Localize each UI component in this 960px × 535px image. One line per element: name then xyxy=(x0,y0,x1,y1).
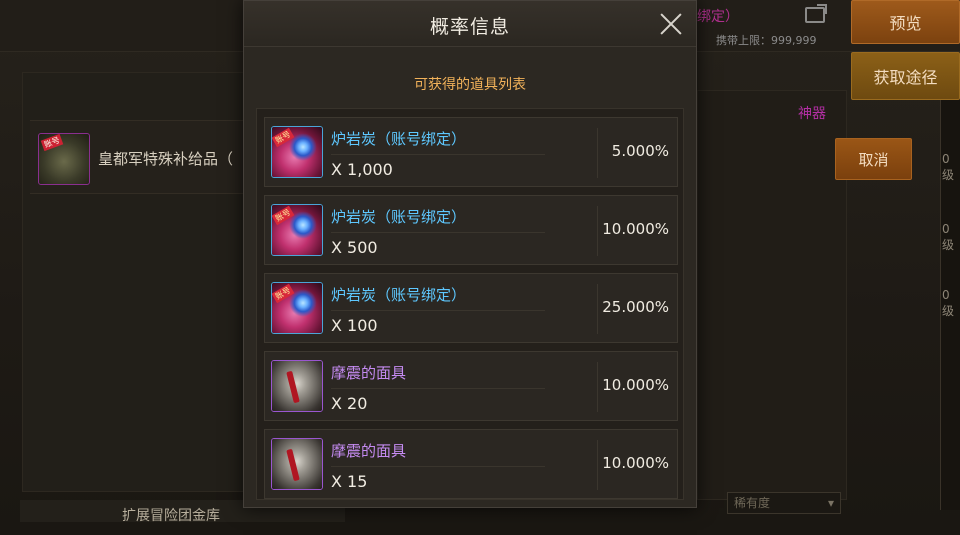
divider xyxy=(597,206,598,256)
divider xyxy=(597,440,598,490)
item-name: 摩震的面具 xyxy=(331,442,407,460)
modal-header: 概率信息 xyxy=(244,1,696,47)
account-bound-badge: 账号 xyxy=(272,127,295,148)
obtainable-items-heading: 可获得的道具列表 xyxy=(414,77,526,93)
item-name: 炉岩炭（账号绑定） xyxy=(331,208,467,226)
item-quantity: X 100 xyxy=(331,316,378,335)
item-quantity: X 500 xyxy=(331,238,378,257)
divider xyxy=(597,128,598,178)
cancel-button[interactable]: 取消 xyxy=(835,138,912,180)
item-quantity: X 20 xyxy=(331,394,368,413)
divider xyxy=(331,310,545,311)
divider xyxy=(331,232,545,233)
lava-charcoal-icon[interactable]: 账号 xyxy=(271,126,323,178)
detail-panel xyxy=(697,90,847,500)
lava-charcoal-icon[interactable]: 账号 xyxy=(271,282,323,334)
divider xyxy=(331,154,545,155)
list-item[interactable]: 账号 炉岩炭（账号绑定） X 1,000 5.000% xyxy=(264,117,678,187)
list-item[interactable]: 摩震的面具 X 20 10.000% xyxy=(264,351,678,421)
account-bound-badge: 账号 xyxy=(40,133,64,152)
mask-icon[interactable] xyxy=(271,360,323,412)
item-name: 炉岩炭（账号绑定） xyxy=(331,286,467,304)
divider xyxy=(331,466,545,467)
bound-tag-text: 绑定） xyxy=(697,9,739,25)
carry-limit: 携带上限：999,999 xyxy=(716,32,817,48)
carry-limit-value: 999,999 xyxy=(771,34,817,47)
supply-box-icon[interactable]: 账号 xyxy=(38,133,90,185)
drop-rate: 10.000% xyxy=(602,220,669,238)
account-bound-badge: 账号 xyxy=(272,283,295,304)
item-quantity: X 15 xyxy=(331,472,368,491)
modal-title: 概率信息 xyxy=(429,16,510,38)
artifact-rarity-label: 神器 xyxy=(798,106,826,122)
account-bound-badge: 账号 xyxy=(272,205,295,226)
level-label: 0级 xyxy=(942,152,955,182)
drop-rate: 10.000% xyxy=(602,376,669,394)
expand-guild-vault-label[interactable]: 扩展冒险团金库 xyxy=(122,505,220,525)
item-quantity: X 1,000 xyxy=(331,160,393,179)
drop-rate: 5.000% xyxy=(611,142,669,160)
item-name: 摩震的面具 xyxy=(331,364,407,382)
drop-rate: 25.000% xyxy=(602,298,669,316)
share-icon[interactable] xyxy=(805,7,825,23)
acquire-source-button[interactable]: 获取途径 xyxy=(851,52,960,100)
inventory-item-name: 皇都军特殊补给品（ xyxy=(98,150,234,168)
lava-charcoal-icon[interactable]: 账号 xyxy=(271,204,323,256)
preview-button[interactable]: 预览 xyxy=(851,0,960,44)
obtainable-items-list[interactable]: 账号 炉岩炭（账号绑定） X 1,000 5.000% 账号 炉岩炭（账号绑定）… xyxy=(256,108,684,500)
level-label: 0级 xyxy=(942,222,955,252)
probability-info-modal: 概率信息 可获得的道具列表 账号 炉岩炭（账号绑定） X 1,000 5.000… xyxy=(243,0,697,508)
list-item[interactable]: 摩震的面具 X 15 10.000% xyxy=(264,429,678,499)
divider xyxy=(597,362,598,412)
drop-rate: 10.000% xyxy=(602,454,669,472)
rarity-dropdown[interactable]: 稀有度 xyxy=(727,492,841,514)
level-label: 0级 xyxy=(942,288,955,318)
close-icon[interactable] xyxy=(657,10,685,38)
mask-icon[interactable] xyxy=(271,438,323,490)
item-name: 炉岩炭（账号绑定） xyxy=(331,130,467,148)
divider xyxy=(331,388,545,389)
list-item[interactable]: 账号 炉岩炭（账号绑定） X 100 25.000% xyxy=(264,273,678,343)
carry-limit-label: 携带上限： xyxy=(716,34,771,47)
list-item[interactable]: 账号 炉岩炭（账号绑定） X 500 10.000% xyxy=(264,195,678,265)
divider xyxy=(597,284,598,334)
